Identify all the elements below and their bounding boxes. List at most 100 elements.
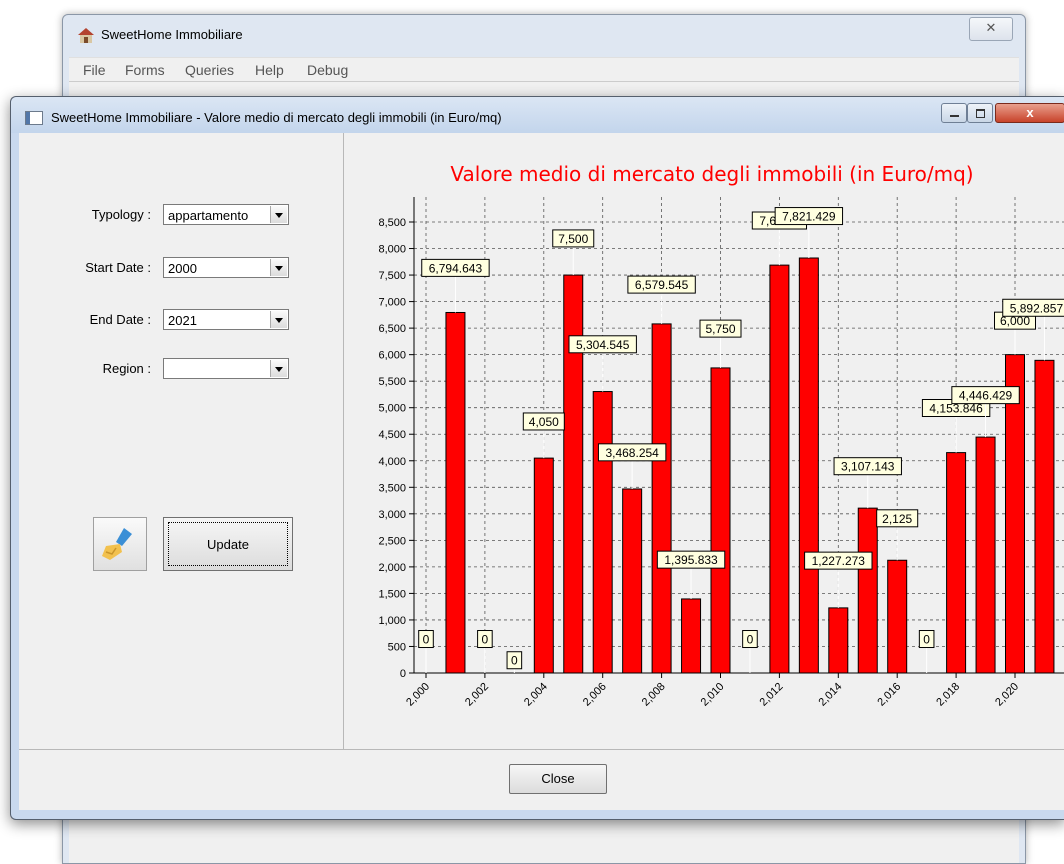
bar xyxy=(828,607,849,674)
maximize-button[interactable] xyxy=(967,103,993,123)
bar xyxy=(769,264,790,674)
update-button-label: Update xyxy=(168,522,288,566)
data-label: 5,304.545 xyxy=(576,338,630,352)
y-tick-label: 6,000 xyxy=(378,350,406,362)
end-date-select[interactable]: 2021 xyxy=(163,309,289,330)
data-label: 4,050 xyxy=(529,415,559,429)
data-label: 2,125 xyxy=(882,512,912,526)
y-tick-label: 0 xyxy=(400,668,406,680)
bar xyxy=(946,452,967,674)
x-tick-label: 2,016 xyxy=(875,681,903,709)
y-tick-label: 3,500 xyxy=(378,482,406,494)
y-tick-label: 4,000 xyxy=(378,456,406,468)
region-select[interactable] xyxy=(163,358,289,379)
y-tick-label: 4,500 xyxy=(378,429,406,441)
dialog-titlebar[interactable]: SweetHome Immobiliare - Valore medio di … xyxy=(11,97,1064,133)
chevron-down-icon[interactable] xyxy=(270,360,287,377)
region-label: Region : xyxy=(102,361,151,376)
dialog-footer: Close xyxy=(19,750,1064,810)
bar xyxy=(798,257,819,674)
update-button[interactable]: Update xyxy=(163,517,293,571)
y-tick-label: 1,000 xyxy=(378,615,406,627)
y-tick-label: 8,000 xyxy=(378,244,406,256)
y-tick-label: 500 xyxy=(388,641,406,653)
y-tick-label: 2,000 xyxy=(378,562,406,574)
broom-icon xyxy=(102,528,132,560)
y-tick-label: 7,500 xyxy=(378,270,406,282)
data-label: 4,446.429 xyxy=(959,389,1013,403)
chevron-down-icon[interactable] xyxy=(270,206,287,223)
menu-debug[interactable]: Debug xyxy=(307,62,348,78)
minimize-button[interactable] xyxy=(941,103,967,123)
dialog-body: Typology : appartamento Start Date : 200… xyxy=(19,133,1064,750)
bar xyxy=(563,274,584,674)
start-date-value: 2000 xyxy=(168,261,197,276)
menu-file[interactable]: File xyxy=(83,62,106,78)
house-icon xyxy=(78,28,94,43)
data-label: 6,579.545 xyxy=(635,278,689,292)
menu-bar: File Forms Queries Help Debug xyxy=(69,57,1019,82)
bar xyxy=(710,367,731,674)
bar xyxy=(592,391,613,674)
data-label: 1,227.273 xyxy=(812,554,866,568)
end-date-value: 2021 xyxy=(168,313,197,328)
y-tick-label: 1,500 xyxy=(378,588,406,600)
start-date-label: Start Date : xyxy=(85,260,151,275)
bar xyxy=(533,457,554,674)
data-label: 3,107.143 xyxy=(841,460,895,474)
x-tick-label: 2,012 xyxy=(758,681,786,709)
x-tick-label: 2,018 xyxy=(934,681,962,709)
menu-queries[interactable]: Queries xyxy=(185,62,234,78)
data-label: 5,750 xyxy=(705,322,735,336)
end-date-label: End Date : xyxy=(89,312,151,327)
bar xyxy=(681,598,702,674)
x-tick-label: 2,010 xyxy=(699,681,727,709)
filter-panel: Typology : appartamento Start Date : 200… xyxy=(19,133,344,749)
bar xyxy=(975,436,996,674)
bar xyxy=(1034,359,1055,674)
x-tick-label: 2,006 xyxy=(581,681,609,709)
main-window-title: SweetHome Immobiliare xyxy=(101,27,243,42)
y-tick-label: 8,500 xyxy=(378,217,406,229)
x-tick-label: 2,002 xyxy=(463,681,491,709)
y-tick-label: 7,000 xyxy=(378,297,406,309)
y-tick-label: 5,000 xyxy=(378,403,406,415)
y-tick-label: 3,000 xyxy=(378,509,406,521)
bar xyxy=(651,323,672,674)
close-window-button[interactable]: x xyxy=(995,103,1064,123)
bar xyxy=(445,311,466,674)
y-tick-label: 5,500 xyxy=(378,376,406,388)
typology-label: Typology : xyxy=(91,207,151,222)
bar xyxy=(622,488,643,674)
x-tick-label: 2,004 xyxy=(522,681,550,709)
y-tick-label: 6,500 xyxy=(378,323,406,335)
main-close-button[interactable]: ✕ xyxy=(969,17,1013,41)
dialog-title: SweetHome Immobiliare - Valore medio di … xyxy=(51,110,502,125)
bar-chart: Valore medio di mercato degli immobili (… xyxy=(378,162,1064,709)
start-date-select[interactable]: 2000 xyxy=(163,257,289,278)
x-tick-label: 2,000 xyxy=(404,681,432,709)
main-titlebar: SweetHome Immobiliare ✕ xyxy=(63,15,1025,57)
chart-panel: Valore medio di mercato degli immobili (… xyxy=(344,133,1064,749)
menu-forms[interactable]: Forms xyxy=(125,62,165,78)
data-label: 0 xyxy=(747,633,754,647)
data-label: 0 xyxy=(923,633,930,647)
data-label: 6,794.643 xyxy=(429,261,483,275)
clear-filters-button[interactable] xyxy=(93,517,147,571)
data-label: 0 xyxy=(511,654,518,668)
data-label: 0 xyxy=(423,633,430,647)
close-button[interactable]: Close xyxy=(509,764,607,794)
bar xyxy=(857,507,878,674)
bar xyxy=(887,559,908,674)
window-icon xyxy=(25,111,43,125)
chevron-down-icon[interactable] xyxy=(270,311,287,328)
menu-help[interactable]: Help xyxy=(255,62,284,78)
data-label: 3,468.254 xyxy=(605,446,659,460)
typology-select[interactable]: appartamento xyxy=(163,204,289,225)
chevron-down-icon[interactable] xyxy=(270,259,287,276)
y-tick-label: 2,500 xyxy=(378,535,406,547)
x-tick-label: 2,008 xyxy=(640,681,668,709)
chart-title: Valore medio di mercato degli immobili (… xyxy=(450,162,973,186)
chart-dialog: SweetHome Immobiliare - Valore medio di … xyxy=(10,96,1064,820)
x-tick-label: 2,014 xyxy=(816,681,844,709)
